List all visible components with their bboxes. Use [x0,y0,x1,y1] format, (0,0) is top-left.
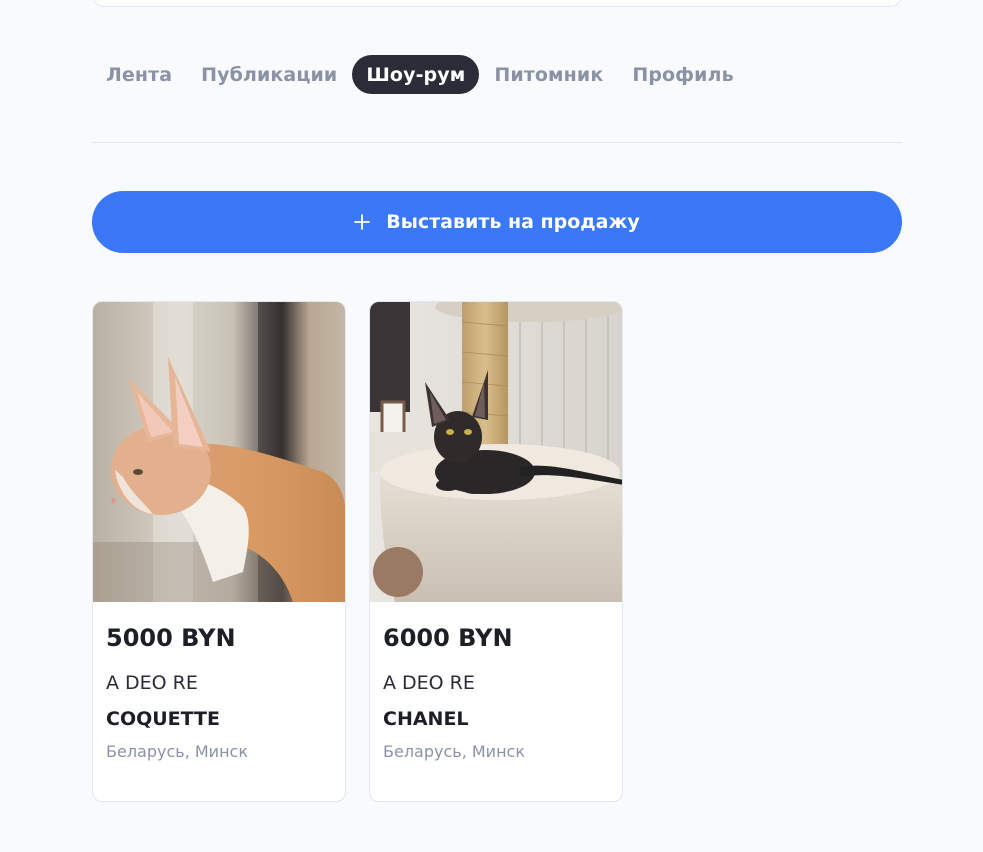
listing-name: COQUETTE [106,708,220,730]
listing-name: CHANEL [383,708,469,730]
tab-feed[interactable]: Лента [92,55,186,94]
cat-photo [370,302,622,602]
listing-card-chanel[interactable]: 6000 BYN A DEO RE CHANEL Беларусь, Минск [369,301,623,802]
listing-breed: A DEO RE [383,672,475,694]
sell-button[interactable]: Выставить на продажу [92,191,902,253]
tab-publications[interactable]: Публикации [187,55,351,94]
page: Лента Публикации Шоу-рум Питомник Профил… [0,0,983,852]
cat-photo [93,302,345,602]
listing-breed: A DEO RE [106,672,198,694]
listing-price: 5000 BYN [106,624,236,652]
listing-price: 6000 BYN [383,624,513,652]
tab-showroom[interactable]: Шоу-рум [352,55,480,94]
profile-tabs: Лента Публикации Шоу-рум Питомник Профил… [92,55,748,94]
sell-button-label: Выставить на продажу [386,211,640,233]
listing-card-coquette[interactable]: 5000 BYN A DEO RE COQUETTE Беларусь, Мин… [92,301,346,802]
tab-profile[interactable]: Профиль [618,55,747,94]
listing-location: Беларусь, Минск [383,742,525,761]
divider [92,142,902,143]
tab-cattery[interactable]: Питомник [480,55,617,94]
top-card [92,0,902,7]
plus-icon [354,214,371,230]
listing-location: Беларусь, Минск [106,742,248,761]
